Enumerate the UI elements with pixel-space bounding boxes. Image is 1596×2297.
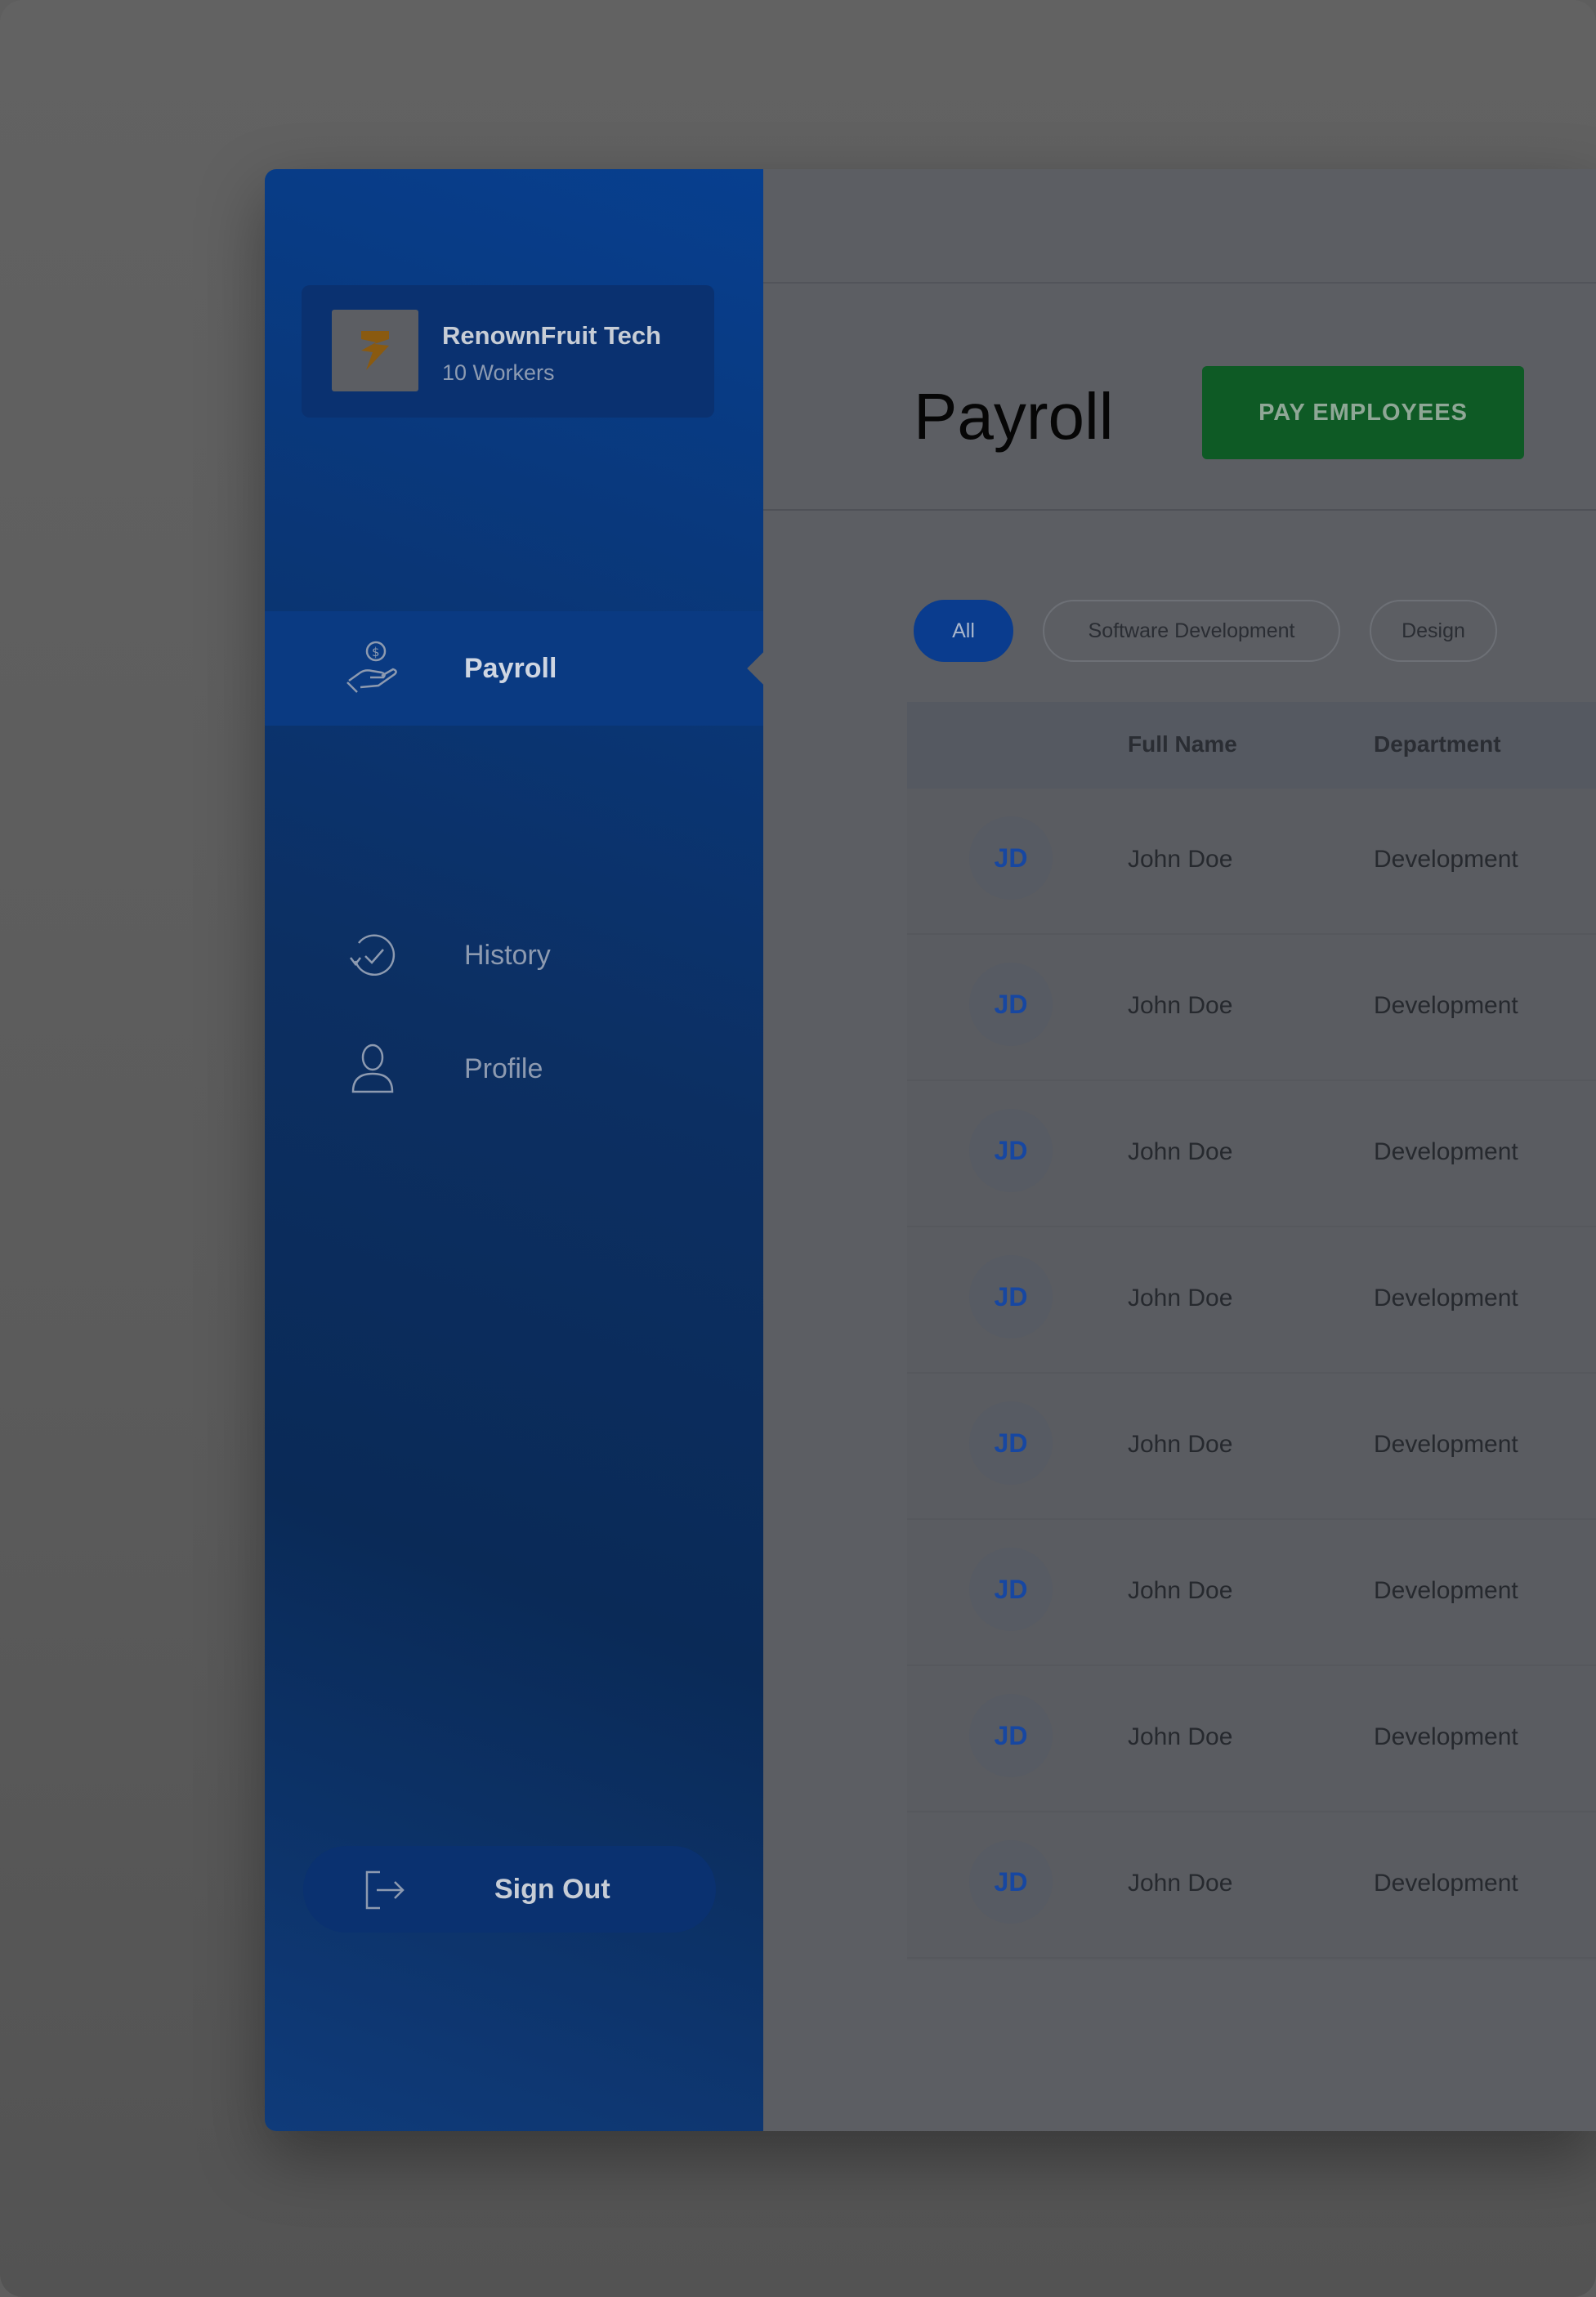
history-clock-icon: [343, 926, 402, 985]
page-title: Payroll: [914, 380, 1114, 453]
sidebar-item-payroll[interactable]: $ Payroll: [265, 611, 763, 726]
employee-department: Development: [1374, 1285, 1518, 1312]
sign-out-label: Sign Out: [494, 1873, 610, 1905]
pay-employees-button[interactable]: PAY EMPLOYEES: [1202, 366, 1524, 459]
sidebar-item-label: History: [464, 939, 551, 971]
avatar: JD: [969, 963, 1053, 1046]
table-row[interactable]: JD John Doe Development: [907, 1666, 1596, 1812]
table-row[interactable]: JD John Doe Development: [907, 935, 1596, 1081]
employee-department: Development: [1374, 992, 1518, 1019]
table-row[interactable]: JD John Doe Development: [907, 1081, 1596, 1227]
employee-department: Development: [1374, 1431, 1518, 1458]
avatar: JD: [969, 1255, 1053, 1338]
employee-department: Development: [1374, 1723, 1518, 1750]
company-name: RenownFruit Tech: [442, 321, 662, 350]
main-content: Payroll PAY EMPLOYEES All Software Devel…: [763, 169, 1596, 2131]
filter-chip-all[interactable]: All: [914, 600, 1013, 662]
filter-chip-design[interactable]: Design: [1370, 600, 1497, 662]
employee-department: Development: [1374, 846, 1518, 873]
employee-name: John Doe: [1128, 1870, 1233, 1897]
sign-out-icon: [365, 1870, 405, 1910]
employee-department: Development: [1374, 1870, 1518, 1897]
svg-text:$: $: [372, 645, 380, 659]
employees-table: Full Name Department JD John Doe Developme…: [907, 702, 1596, 1960]
table-row[interactable]: JD John Doe Development: [907, 789, 1596, 935]
avatar: JD: [969, 1401, 1053, 1485]
table-row[interactable]: JD John Doe Development: [907, 1374, 1596, 1520]
company-workers-count: 10 Workers: [442, 360, 555, 385]
employee-name: John Doe: [1128, 846, 1233, 873]
table-header: Full Name Department: [907, 702, 1596, 789]
sign-out-button[interactable]: Sign Out: [303, 1846, 716, 1933]
user-icon: [343, 1039, 402, 1098]
avatar: JD: [969, 1109, 1053, 1192]
filter-chip-software-development[interactable]: Software Development: [1043, 600, 1340, 662]
table-row[interactable]: JD John Doe Development: [907, 1520, 1596, 1666]
top-bar: [763, 169, 1596, 284]
employee-name: John Doe: [1128, 1138, 1233, 1165]
logo-mark-icon: [361, 331, 389, 370]
employee-name: John Doe: [1128, 992, 1233, 1019]
employee-name: John Doe: [1128, 1577, 1233, 1604]
employee-department: Development: [1374, 1138, 1518, 1165]
page-header: Payroll PAY EMPLOYEES: [763, 284, 1596, 511]
sidebar: RenownFruit Tech 10 Workers $ Payroll Hi…: [265, 169, 780, 2131]
sidebar-item-label: Payroll: [464, 652, 557, 684]
employee-name: John Doe: [1128, 1285, 1233, 1312]
table-row[interactable]: JD John Doe Development: [907, 1812, 1596, 1959]
column-header-full-name[interactable]: Full Name: [1128, 731, 1237, 757]
sidebar-item-label: Profile: [464, 1052, 543, 1084]
company-card[interactable]: RenownFruit Tech 10 Workers: [302, 285, 714, 418]
sidebar-item-profile[interactable]: Profile: [265, 1012, 763, 1126]
company-logo: [332, 310, 418, 391]
employee-name: John Doe: [1128, 1723, 1233, 1750]
table-row[interactable]: JD John Doe Development: [907, 1227, 1596, 1374]
hand-coin-icon: $: [343, 639, 402, 698]
employee-name: John Doe: [1128, 1431, 1233, 1458]
sidebar-item-history[interactable]: History: [265, 898, 763, 1012]
column-header-department[interactable]: Department: [1374, 731, 1501, 757]
app-window: RenownFruit Tech 10 Workers $ Payroll Hi…: [265, 169, 1596, 2131]
avatar: JD: [969, 1694, 1053, 1777]
avatar: JD: [969, 1840, 1053, 1924]
avatar: JD: [969, 816, 1053, 900]
avatar: JD: [969, 1548, 1053, 1631]
employee-department: Development: [1374, 1577, 1518, 1604]
